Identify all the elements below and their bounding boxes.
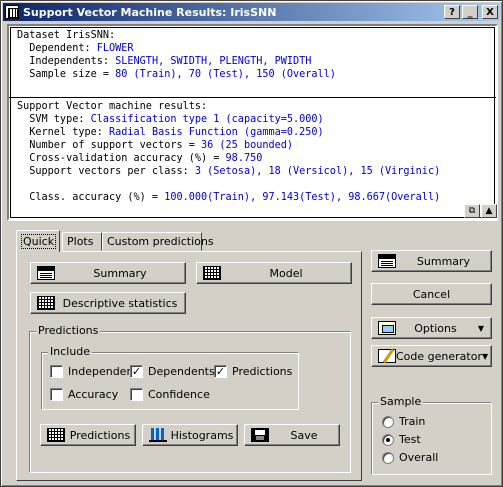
descriptive-grid-icon	[37, 296, 55, 310]
sample-overall-radio[interactable]: Overall	[382, 451, 438, 464]
predictions-groupbox: Predictions Include Independents ✓ Depen…	[29, 324, 351, 473]
output-line-value: 80 (Train), 70 (Test), 150 (Overall)	[115, 69, 336, 80]
title-bar[interactable]: Support Vector Machine Results: IrisSNN …	[3, 3, 500, 21]
output-line-value: FLOWER	[96, 43, 134, 54]
output-line-label: Support vectors per class:	[17, 166, 195, 177]
chevron-down-icon: ▼	[477, 323, 485, 333]
options-icon	[378, 321, 396, 335]
output-line-value: Classification type 1 (capacity=5.000)	[90, 114, 324, 125]
help-button[interactable]: ?	[444, 5, 460, 19]
output-line: Dependent: FLOWER	[17, 42, 134, 55]
model-button[interactable]: Model	[196, 262, 352, 284]
output-line-label: Sample size =	[17, 69, 116, 80]
output-line: Support vectors per class: 3 (Setosa), 1…	[17, 165, 440, 178]
output-line-label: Kernel type:	[17, 127, 110, 138]
section-separator	[9, 97, 496, 98]
results-output-pane[interactable]: Dataset IrisSNN: Dependent: FLOWER Indep…	[7, 24, 498, 221]
output-line-value: 3 (Setosa), 18 (Versicol), 15 (Virginic)	[194, 166, 441, 177]
output-line-label: Class. accuracy (%) =	[17, 192, 165, 203]
save-icon	[251, 428, 269, 442]
output-line: SVM type: Classification type 1 (capacit…	[17, 113, 324, 126]
output-line-value: 36 (25 bounded)	[201, 140, 294, 151]
sample-train-radio[interactable]: Train	[382, 415, 425, 428]
code-generator-button[interactable]: Code generator ▼	[371, 345, 492, 367]
sample-group-title: Sample	[378, 395, 424, 408]
confidence-checkbox-box[interactable]	[130, 388, 143, 401]
dependents-checkbox-box[interactable]: ✓	[130, 365, 143, 378]
histograms-button[interactable]: Histograms	[142, 424, 238, 446]
output-line-label: Cross-validation accuracy (%) =	[17, 153, 226, 164]
main-window: Support Vector Machine Results: IrisSNN …	[0, 0, 503, 487]
output-line-label: Independents:	[17, 56, 116, 67]
output-line-label: Dependent:	[17, 43, 97, 54]
sample-groupbox: Sample Train Test Overall	[371, 395, 492, 475]
model-grid-icon	[203, 266, 221, 280]
copy-output-icon[interactable]: ⧉	[464, 204, 480, 218]
collapse-output-button[interactable]: ▲	[481, 204, 497, 218]
minimize-button[interactable]: _	[462, 5, 478, 19]
accuracy-checkbox[interactable]: Accuracy	[50, 388, 118, 401]
predictions-checkbox-box[interactable]: ✓	[214, 365, 227, 378]
tab-custom-predictions[interactable]: Custom predictions	[102, 232, 214, 251]
tab-plots[interactable]: Plots	[62, 232, 102, 251]
predictions-button[interactable]: Predictions	[40, 424, 136, 446]
summary-sheet-icon	[37, 266, 55, 280]
output-line: Number of support vectors = 36 (25 bound…	[17, 139, 293, 152]
predictions-grid-icon	[47, 428, 65, 442]
close-button[interactable]: X	[482, 5, 498, 19]
output-line: Support Vector machine results:	[17, 100, 207, 113]
train-radio-circle[interactable]	[382, 415, 394, 428]
output-line-label: SVM type:	[17, 114, 91, 125]
output-line-value: Radial Basis Function (gamma=0.250)	[109, 127, 324, 138]
output-line: Sample size = 80 (Train), 70 (Test), 150…	[17, 68, 336, 81]
output-line-value: 98.750	[225, 153, 263, 164]
confidence-checkbox[interactable]: Confidence	[130, 388, 210, 401]
summary-button[interactable]: Summary	[371, 250, 492, 272]
dependents-checkbox[interactable]: ✓ Dependents	[130, 365, 215, 378]
output-line: Kernel type: Radial Basis Function (gamm…	[17, 126, 324, 139]
output-line: Class. accuracy (%) = 100.000(Train), 97…	[17, 191, 440, 204]
predictions-checkbox[interactable]: ✓ Predictions	[214, 365, 292, 378]
tab-quick[interactable]: Quick	[16, 230, 60, 252]
output-line: Independents: SLENGTH, SWIDTH, PLENGTH, …	[17, 55, 311, 68]
pencil-code-icon	[378, 349, 396, 363]
app-icon	[5, 5, 19, 19]
sample-test-radio[interactable]: Test	[382, 433, 421, 446]
predictions-group-title: Predictions	[36, 324, 101, 337]
overall-radio-circle[interactable]	[382, 451, 394, 464]
descriptive-statistics-button[interactable]: Descriptive statistics	[30, 292, 186, 314]
options-button[interactable]: Options ▼	[371, 317, 492, 339]
chevron-down-icon: ▼	[481, 351, 489, 361]
independents-checkbox-box[interactable]	[50, 365, 63, 378]
output-line-value: 100.000(Train), 97.143(Test), 98.667(Ove…	[164, 192, 441, 203]
save-button[interactable]: Save	[244, 424, 340, 446]
summary-quick-button[interactable]: Summary	[30, 262, 186, 284]
output-line: Cross-validation accuracy (%) = 98.750	[17, 152, 262, 165]
test-radio-circle[interactable]	[382, 433, 394, 446]
include-group-title: Include	[48, 345, 93, 358]
accuracy-checkbox-box[interactable]	[50, 388, 63, 401]
output-line: Dataset IrisSNN:	[17, 29, 115, 42]
cancel-button[interactable]: Cancel	[371, 283, 492, 305]
output-line-value: SLENGTH, SWIDTH, PLENGTH, PWIDTH	[115, 56, 312, 67]
include-groupbox: Include Independents ✓ Dependents ✓ Pred…	[41, 345, 299, 410]
quick-tab-panel: Summary Model Descriptive statistics Pre…	[16, 251, 362, 481]
output-line-label: Number of support vectors =	[17, 140, 202, 151]
summary-icon	[378, 254, 396, 268]
output-line-label: Dataset IrisSNN:	[17, 30, 116, 41]
window-title: Support Vector Machine Results: IrisSNN	[23, 5, 277, 19]
histogram-icon	[149, 428, 167, 442]
output-line-label: Support Vector machine results:	[17, 101, 208, 112]
